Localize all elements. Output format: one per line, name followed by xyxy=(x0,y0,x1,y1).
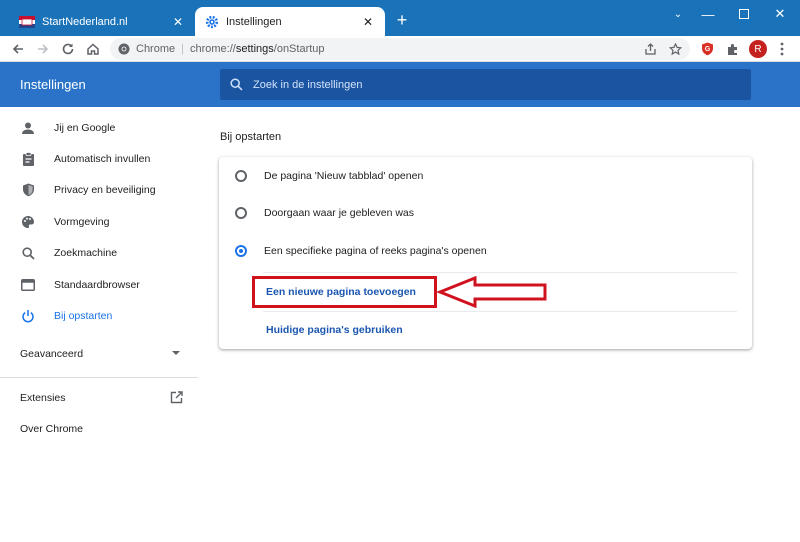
sidebar-item-label: Zoekmachine xyxy=(54,247,118,259)
sidebar-item-over-chrome[interactable]: Over Chrome xyxy=(0,414,200,444)
search-icon xyxy=(230,78,243,91)
caret-down-icon xyxy=(172,351,180,355)
external-link-icon xyxy=(170,391,183,407)
tab-instellingen[interactable]: Instellingen ✕ xyxy=(195,7,385,37)
sidebar-item-standaardbrowser[interactable]: Standaardbrowser xyxy=(0,270,200,300)
reload-icon[interactable] xyxy=(58,39,78,59)
settings-search[interactable] xyxy=(220,69,751,100)
radio-label: Een specifieke pagina of reeks pagina's … xyxy=(264,245,487,257)
sidebar-divider xyxy=(0,377,198,378)
profile-avatar[interactable]: R xyxy=(749,40,767,58)
extensions-puzzle-icon[interactable] xyxy=(722,39,742,59)
startnederland-favicon-icon xyxy=(19,16,35,28)
share-icon[interactable] xyxy=(640,39,660,59)
bookmark-star-icon[interactable] xyxy=(665,39,685,59)
use-current-pages-link[interactable]: Huidige pagina's gebruiken xyxy=(266,324,403,336)
search-icon xyxy=(20,245,36,261)
browser-toolbar: Chrome | chrome://settings/onStartup G xyxy=(0,36,800,62)
sidebar-item-zoekmachine[interactable]: Zoekmachine xyxy=(0,238,200,268)
url-text: chrome://settings/onStartup xyxy=(189,43,325,55)
sidebar-item-privacy[interactable]: Privacy en beveiliging xyxy=(0,175,200,205)
sidebar-about-label: Over Chrome xyxy=(20,423,84,435)
radio-button[interactable] xyxy=(235,170,247,182)
new-tab-plus-icon[interactable]: + xyxy=(393,11,411,30)
sidebar-item-label: Vormgeving xyxy=(54,216,110,228)
close-icon[interactable]: ✕ xyxy=(171,15,185,29)
startup-options-card: De pagina 'Nieuw tabblad' openen Doorgaa… xyxy=(219,157,752,349)
person-icon xyxy=(20,120,36,136)
window-close-icon[interactable]: ✕ xyxy=(759,1,800,27)
chrome-logo-icon xyxy=(118,43,130,55)
palette-icon xyxy=(20,214,36,230)
radio-button-selected[interactable] xyxy=(235,245,247,257)
sidebar-advanced-toggle[interactable]: Geavanceerd xyxy=(0,339,200,369)
more-menu-icon[interactable] xyxy=(772,39,792,59)
radio-label: De pagina 'Nieuw tabblad' openen xyxy=(264,170,424,182)
search-input[interactable] xyxy=(253,78,733,91)
sidebar-extensions-label: Extensies xyxy=(20,392,66,404)
tab-title: Instellingen xyxy=(226,16,282,28)
forward-arrow-icon[interactable] xyxy=(33,39,53,59)
card-divider xyxy=(263,311,737,312)
tab-title: StartNederland.nl xyxy=(42,16,128,28)
radio-button[interactable] xyxy=(235,207,247,219)
sidebar-item-label: Privacy en beveiliging xyxy=(54,184,156,196)
sidebar-item-automatisch-invullen[interactable]: Automatisch invullen xyxy=(0,144,200,174)
sidebar-item-extensies[interactable]: Extensies xyxy=(0,383,200,413)
card-divider xyxy=(263,272,737,273)
home-icon[interactable] xyxy=(83,39,103,59)
back-arrow-icon[interactable] xyxy=(8,39,28,59)
tab-startnederland[interactable]: StartNederland.nl ✕ xyxy=(9,7,195,37)
shield-icon xyxy=(20,182,36,198)
startup-option-continue[interactable]: Doorgaan waar je gebleven was xyxy=(219,195,752,231)
sidebar-item-label: Jij en Google xyxy=(54,122,116,134)
tab-strip: StartNederland.nl ✕ Instellingen ✕ + ⌄ —… xyxy=(0,0,800,37)
site-label: Chrome xyxy=(136,43,176,55)
page-title: Instellingen xyxy=(20,77,86,92)
sidebar-advanced-label: Geavanceerd xyxy=(20,348,84,360)
annotation-highlight-box xyxy=(252,276,437,308)
clipboard-icon xyxy=(20,151,36,167)
close-icon[interactable]: ✕ xyxy=(361,15,375,29)
svg-text:G: G xyxy=(704,46,710,53)
sidebar-item-label: Automatisch invullen xyxy=(54,153,151,165)
sidebar-item-bij-opstarten[interactable]: Bij opstarten xyxy=(0,301,200,331)
sidebar-item-label: Standaardbrowser xyxy=(54,279,140,291)
section-title: Bij opstarten xyxy=(220,131,282,143)
gdata-shield-icon[interactable]: G xyxy=(697,39,717,59)
omnibox-separator: | xyxy=(181,43,184,55)
radio-label: Doorgaan waar je gebleven was xyxy=(264,207,415,219)
sidebar-item-jij-en-google[interactable]: Jij en Google xyxy=(0,113,200,143)
sidebar-item-label: Bij opstarten xyxy=(54,310,113,322)
startup-option-specific-pages[interactable]: Een specifieke pagina of reeks pagina's … xyxy=(219,233,752,269)
settings-sidebar: Jij en Google Automatisch invullen Priva… xyxy=(0,107,200,542)
annotation-arrow-icon xyxy=(437,276,547,308)
startup-option-new-tab[interactable]: De pagina 'Nieuw tabblad' openen xyxy=(219,158,752,194)
gear-icon xyxy=(205,15,219,29)
address-bar[interactable]: Chrome | chrome://settings/onStartup xyxy=(110,38,690,60)
browser-window-icon xyxy=(20,277,36,293)
settings-header: Instellingen xyxy=(0,62,800,107)
power-icon xyxy=(20,308,36,324)
sidebar-item-vormgeving[interactable]: Vormgeving xyxy=(0,207,200,237)
